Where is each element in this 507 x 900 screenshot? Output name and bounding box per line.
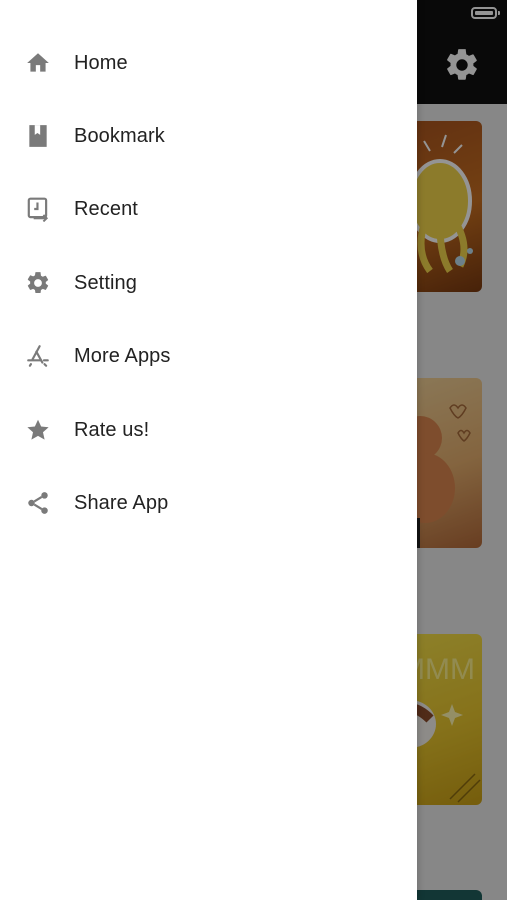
- menu-item-label: Bookmark: [74, 125, 165, 148]
- star-icon: [24, 416, 52, 444]
- menu-item-label: More Apps: [74, 345, 171, 368]
- menu-item-label: Share App: [74, 492, 169, 515]
- drawer-menu: Home Bookmark Recent Setting More Apps R…: [0, 26, 417, 540]
- share-icon: [24, 489, 52, 517]
- app-store-icon: [24, 342, 52, 370]
- menu-item-home[interactable]: Home: [0, 26, 417, 99]
- gear-icon: [24, 269, 52, 297]
- screen: MMM Home Bookmark Recent Setting More Ap…: [0, 0, 507, 900]
- menu-item-label: Home: [74, 51, 128, 74]
- menu-item-setting[interactable]: Setting: [0, 246, 417, 319]
- menu-item-more-apps[interactable]: More Apps: [0, 320, 417, 393]
- menu-item-label: Rate us!: [74, 418, 150, 441]
- home-icon: [24, 49, 52, 77]
- menu-item-recent[interactable]: Recent: [0, 173, 417, 246]
- menu-item-label: Setting: [74, 271, 137, 294]
- navigation-drawer: Home Bookmark Recent Setting More Apps R…: [0, 0, 417, 900]
- menu-item-share-app[interactable]: Share App: [0, 466, 417, 539]
- bookmark-icon: [24, 122, 52, 150]
- menu-item-rate-us[interactable]: Rate us!: [0, 393, 417, 466]
- menu-item-bookmark[interactable]: Bookmark: [0, 99, 417, 172]
- menu-item-label: Recent: [74, 198, 138, 221]
- recent-icon: [24, 195, 52, 223]
